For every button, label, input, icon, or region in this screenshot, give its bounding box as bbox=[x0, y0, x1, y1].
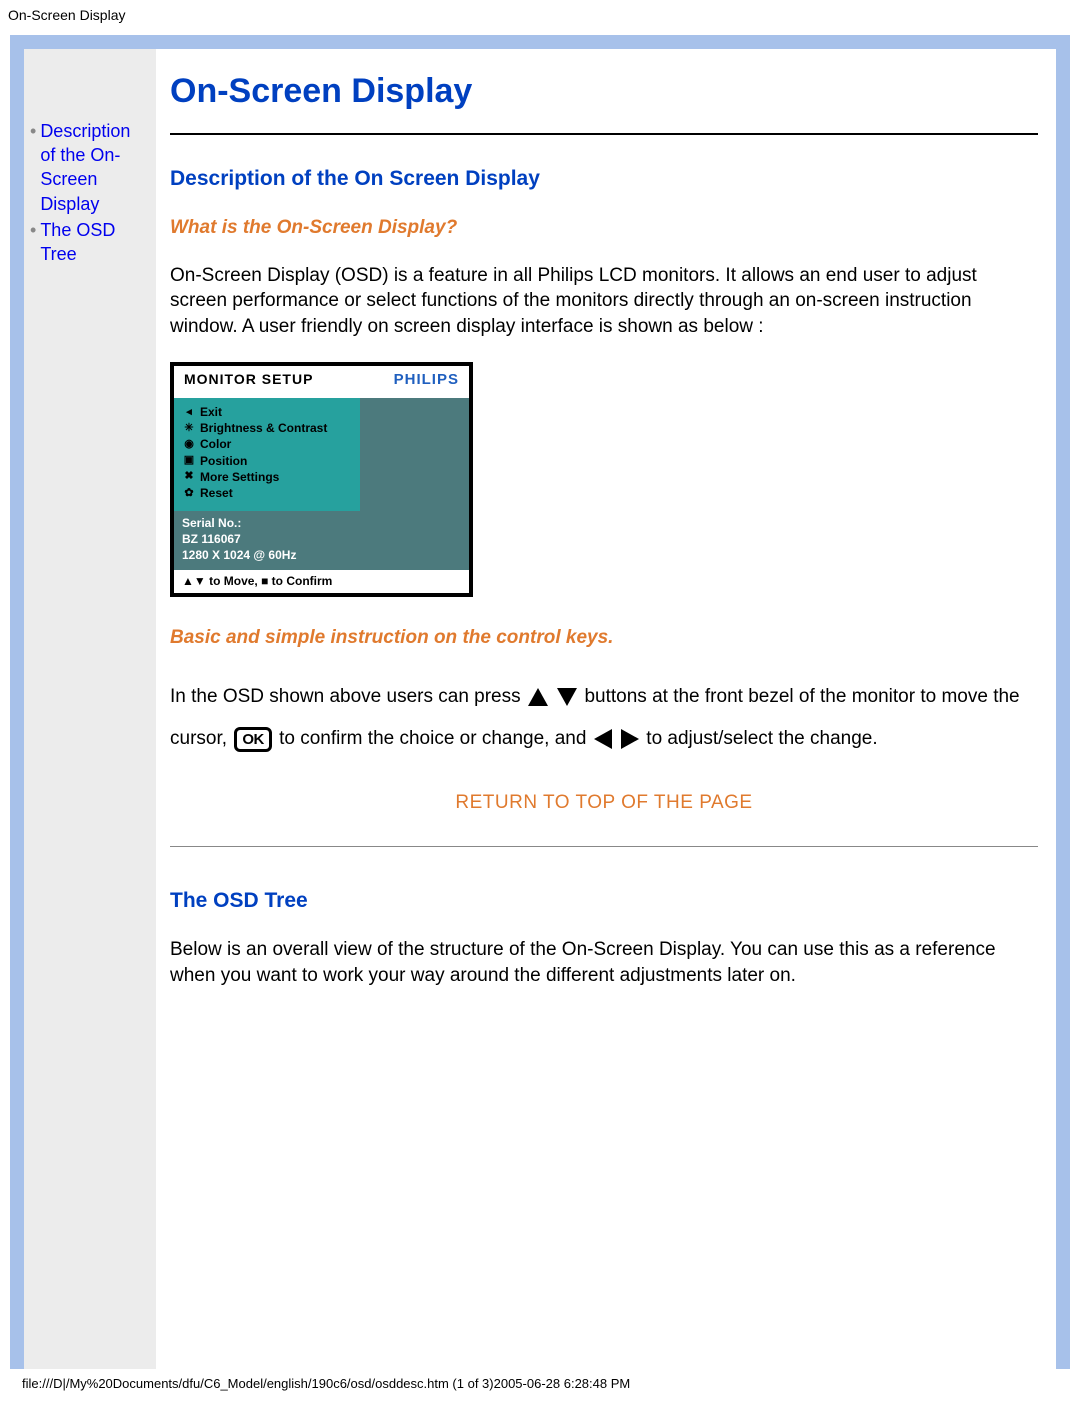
instr-text: to adjust/select the change. bbox=[646, 728, 877, 749]
nav-link-label: Description of the On-Screen Display bbox=[40, 119, 150, 216]
serial-label: Serial No.: bbox=[182, 515, 461, 531]
bullet-icon: • bbox=[30, 119, 36, 216]
osd-menu-list: ◂Exit ✳Brightness & Contrast ◉Color ▣Pos… bbox=[174, 398, 360, 511]
right-arrow-icon bbox=[621, 729, 639, 749]
brand-logo: PHILIPS bbox=[394, 370, 459, 390]
osd-hint-bar: ▲▼ to Move, ■ to Confirm bbox=[174, 570, 469, 593]
subheading-what-is-osd: What is the On-Screen Display? bbox=[170, 215, 1038, 241]
page-title: On-Screen Display bbox=[170, 69, 1038, 115]
paragraph-description: On-Screen Display (OSD) is a feature in … bbox=[170, 263, 1038, 340]
up-arrow-icon bbox=[528, 688, 548, 706]
instr-text: to confirm the choice or change, and bbox=[279, 728, 586, 749]
window-title: On-Screen Display bbox=[0, 0, 1080, 35]
nav-link-label: The OSD Tree bbox=[40, 218, 150, 267]
osd-title: MONITOR SETUP bbox=[184, 370, 313, 389]
left-arrow-icon bbox=[594, 729, 612, 749]
sidebar-nav: • Description of the On-Screen Display •… bbox=[24, 49, 156, 1369]
resolution-value: 1280 X 1024 @ 60Hz bbox=[182, 547, 461, 563]
osd-menu-item: ▣Position bbox=[182, 453, 352, 469]
osd-header: MONITOR SETUP PHILIPS bbox=[174, 366, 469, 398]
down-arrow-icon bbox=[557, 688, 577, 706]
osd-screenshot-panel: MONITOR SETUP PHILIPS ◂Exit ✳Brightness … bbox=[170, 362, 473, 597]
serial-value: BZ 116067 bbox=[182, 531, 461, 547]
paragraph-osd-tree: Below is an overall view of the structur… bbox=[170, 937, 1038, 988]
section-heading-description: Description of the On Screen Display bbox=[170, 165, 1038, 193]
return-to-top-link[interactable]: RETURN TO TOP OF THE PAGE bbox=[170, 790, 1038, 816]
main-content: On-Screen Display Description of the On … bbox=[156, 49, 1056, 1369]
osd-fill-area bbox=[360, 398, 469, 511]
osd-serial-block: Serial No.: BZ 116067 1280 X 1024 @ 60Hz bbox=[174, 511, 469, 570]
osd-body: ◂Exit ✳Brightness & Contrast ◉Color ▣Pos… bbox=[174, 398, 469, 511]
section-heading-osd-tree: The OSD Tree bbox=[170, 887, 1038, 915]
footer-file-path: file:///D|/My%20Documents/dfu/C6_Model/e… bbox=[0, 1369, 1080, 1402]
osd-menu-item: ✿Reset bbox=[182, 485, 352, 501]
sidebar-item-osd-tree[interactable]: • The OSD Tree bbox=[30, 218, 150, 267]
sidebar-item-description[interactable]: • Description of the On-Screen Display bbox=[30, 119, 150, 216]
divider bbox=[170, 846, 1038, 847]
osd-menu-item: ◉Color bbox=[182, 436, 352, 452]
instr-text: In the OSD shown above users can press bbox=[170, 686, 521, 707]
content-frame: • Description of the On-Screen Display •… bbox=[10, 35, 1070, 1369]
osd-menu-item: ✖More Settings bbox=[182, 469, 352, 485]
osd-menu-item: ✳Brightness & Contrast bbox=[182, 420, 352, 436]
divider bbox=[170, 133, 1038, 135]
subheading-instructions: Basic and simple instruction on the cont… bbox=[170, 625, 1038, 651]
paragraph-controls: In the OSD shown above users can press b… bbox=[170, 676, 1038, 760]
ok-button-icon: OK bbox=[234, 727, 272, 752]
osd-menu-item: ◂Exit bbox=[182, 404, 352, 420]
bullet-icon: • bbox=[30, 218, 36, 267]
